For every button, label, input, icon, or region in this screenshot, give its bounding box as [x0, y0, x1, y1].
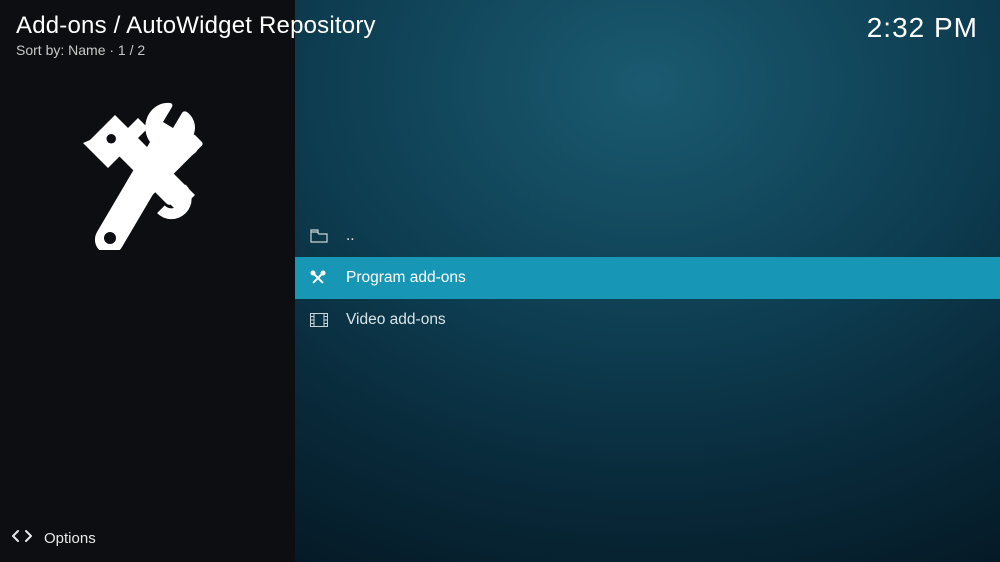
list-item-label: ..: [346, 227, 355, 245]
sidebar: [0, 0, 295, 562]
list-item-label: Video add-ons: [346, 311, 446, 329]
list-item-video-addons[interactable]: Video add-ons: [295, 299, 1000, 341]
tools-icon: [310, 270, 338, 286]
options-label: Options: [44, 530, 96, 547]
list-item-program-addons[interactable]: Program add-ons: [295, 257, 1000, 299]
header: Add-ons / AutoWidget Repository Sort by:…: [16, 12, 376, 58]
footer-options[interactable]: Options: [12, 529, 96, 548]
list-item-parent[interactable]: ..: [295, 215, 1000, 257]
addons-list: .. Program add-ons: [295, 215, 1000, 341]
video-icon: [310, 313, 338, 327]
tools-icon: [80, 100, 215, 255]
list-item-label: Program add-ons: [346, 269, 466, 287]
options-icon: [12, 529, 32, 548]
clock: 2:32 PM: [867, 12, 978, 44]
folder-up-icon: [310, 229, 338, 243]
breadcrumb: Add-ons / AutoWidget Repository: [16, 12, 376, 40]
sort-info: Sort by: Name · 1 / 2: [16, 42, 376, 58]
